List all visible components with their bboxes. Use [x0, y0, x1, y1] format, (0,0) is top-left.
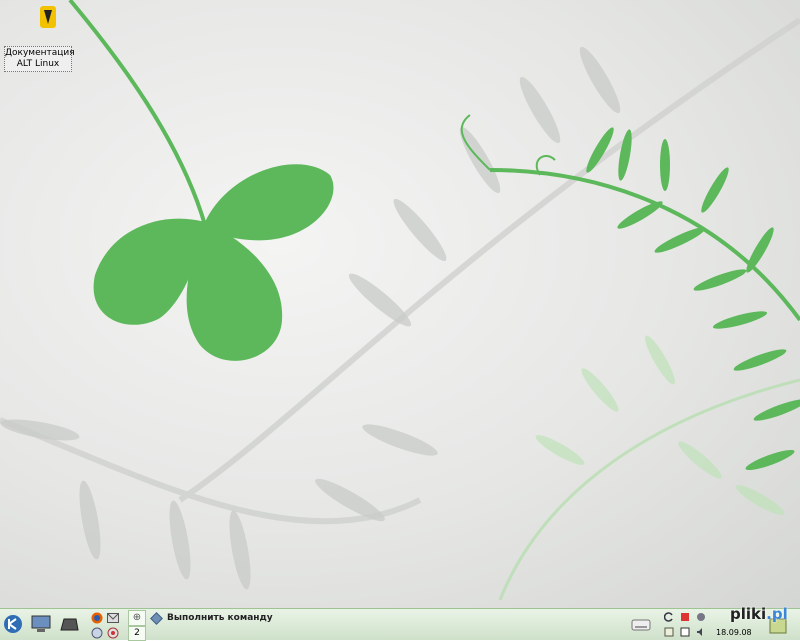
caption-line1: Документация — [5, 48, 75, 58]
show-desktop-icon — [31, 615, 51, 632]
watermark: pliki.pl — [730, 605, 788, 623]
firefox-icon — [91, 612, 103, 623]
kde-menu-icon — [4, 615, 22, 633]
watermark-suffix: .pl — [766, 605, 788, 623]
drive-icon — [631, 619, 651, 631]
network-icon — [91, 627, 103, 638]
settings-icon — [107, 627, 119, 638]
run-command-label: Выполнить команду — [167, 613, 273, 623]
app-launcher-3[interactable] — [90, 626, 104, 639]
app-launcher-4[interactable] — [106, 626, 120, 639]
desktop: Документация ALT Linux — [0, 0, 800, 608]
refresh-icon[interactable] — [664, 612, 674, 622]
show-desktop-button[interactable] — [30, 614, 52, 634]
terminal-button[interactable] — [58, 614, 80, 634]
run-command-icon — [150, 611, 163, 625]
flag-icon[interactable] — [680, 612, 690, 622]
virtual-desktop-2[interactable]: 2 — [128, 626, 146, 641]
removable-drive-button[interactable] — [630, 617, 652, 633]
firefox-button[interactable] — [90, 611, 104, 624]
desktop-icon-caption: Документация ALT Linux — [4, 46, 75, 72]
clock-date[interactable]: 18.09.08 — [716, 628, 752, 637]
kde-menu-button[interactable] — [2, 613, 24, 635]
mail-icon — [107, 612, 119, 623]
desktop-pager-toggle[interactable]: ⊕ — [128, 610, 146, 626]
keyboard-layout-icon[interactable] — [680, 627, 690, 637]
alt-linux-logo-icon — [40, 6, 56, 28]
watermark-main: pliki — [730, 605, 767, 623]
caption-line2: ALT Linux — [16, 59, 60, 69]
volume-icon[interactable] — [696, 627, 706, 637]
clipboard-icon[interactable] — [664, 627, 674, 637]
mail-button[interactable] — [106, 611, 120, 624]
wallpaper-image — [0, 0, 800, 601]
taskbar: ⊕ 2 Выполнить команду 18.09.08 — [0, 608, 800, 641]
info-icon[interactable] — [696, 612, 706, 622]
terminal-icon — [60, 618, 79, 631]
run-command-task[interactable]: Выполнить команду — [150, 611, 273, 625]
desktop-icon-documentation[interactable]: Документация ALT Linux — [4, 4, 75, 72]
